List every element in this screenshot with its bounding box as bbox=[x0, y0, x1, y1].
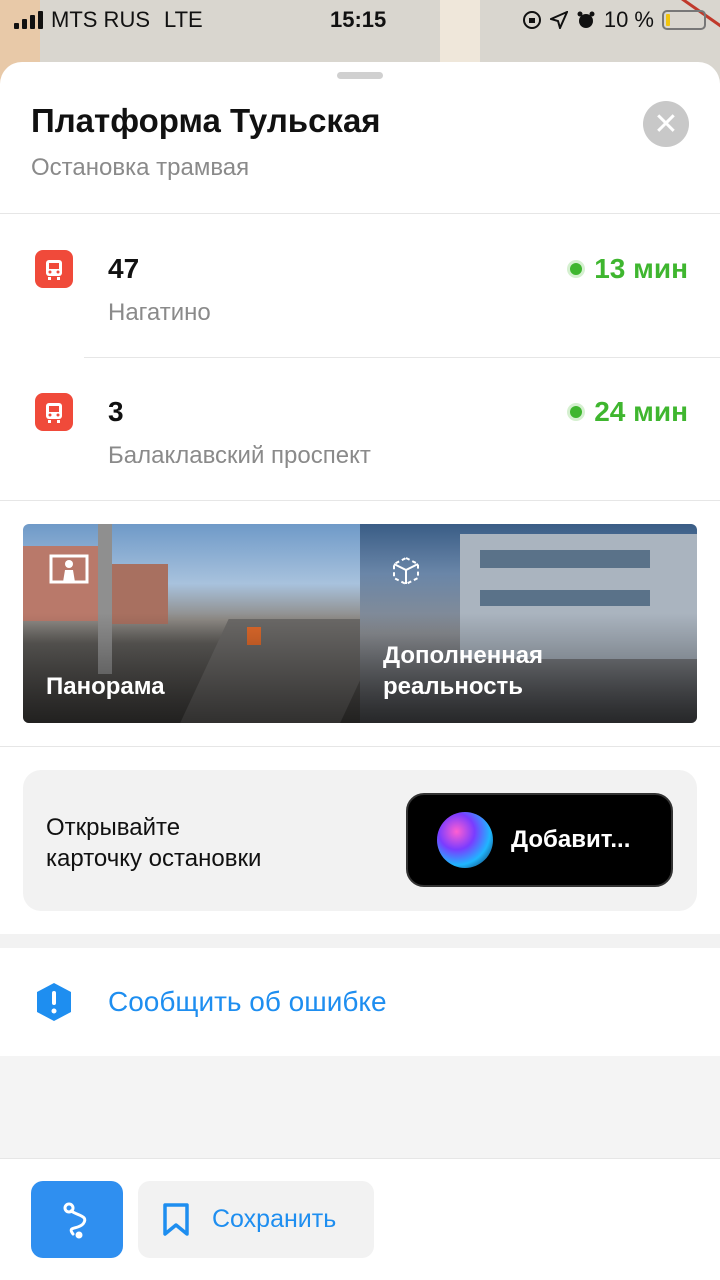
street-image bbox=[480, 550, 650, 568]
divider bbox=[0, 500, 720, 501]
media-block: Панорама Дополненная реальность bbox=[23, 524, 697, 723]
ar-label: Дополненная реальность bbox=[383, 642, 544, 700]
sheet-grabber[interactable] bbox=[337, 72, 383, 79]
live-dot-icon bbox=[570, 406, 583, 418]
close-icon: ✕ bbox=[653, 107, 679, 141]
siri-description: Открывайте карточку остановки bbox=[46, 814, 262, 872]
ar-cube-icon bbox=[393, 556, 419, 586]
stop-subtitle: Остановка трамвая bbox=[31, 154, 250, 181]
route-number: 3 bbox=[108, 396, 124, 427]
report-error-label: Сообщить об ошибке bbox=[108, 986, 387, 1017]
live-dot-icon bbox=[570, 263, 583, 275]
panorama-icon bbox=[49, 554, 89, 584]
stop-card-sheet: Платформа Тульская Остановка трамвая ✕ 4… bbox=[0, 62, 720, 1280]
image-shade bbox=[23, 613, 360, 723]
report-error-row[interactable]: Сообщить об ошибке bbox=[0, 948, 720, 1056]
route-row[interactable]: 47 Нагатино 13 мин bbox=[0, 215, 720, 357]
add-to-siri-label: Добавит... bbox=[511, 826, 631, 853]
panorama-tile[interactable]: Панорама bbox=[23, 524, 389, 723]
warning-icon bbox=[37, 983, 71, 1021]
street-image bbox=[480, 590, 650, 606]
location-arrow-icon bbox=[549, 11, 568, 29]
route-eta: 13 мин bbox=[570, 253, 688, 285]
siri-icon bbox=[437, 812, 493, 868]
alarm-icon bbox=[577, 11, 595, 28]
eta-label: 24 мин bbox=[594, 396, 688, 427]
route-eta: 24 мин bbox=[570, 396, 688, 428]
siri-shortcut-card: Открывайте карточку остановки Добавит... bbox=[23, 770, 697, 911]
route-icon bbox=[63, 1202, 87, 1238]
orientation-lock-icon bbox=[522, 11, 541, 29]
tram-icon bbox=[35, 250, 73, 288]
bookmark-icon bbox=[163, 1202, 189, 1236]
bottom-action-bar: Сохранить bbox=[0, 1158, 720, 1280]
route-button[interactable] bbox=[31, 1181, 123, 1258]
route-destination: Нагатино bbox=[108, 299, 211, 326]
divider bbox=[0, 746, 720, 747]
network-type: LTE bbox=[164, 7, 203, 32]
tram-icon bbox=[35, 393, 73, 431]
battery-icon bbox=[662, 10, 706, 30]
route-destination: Балаклавский проспект bbox=[108, 442, 371, 469]
divider bbox=[0, 213, 720, 214]
route-row[interactable]: 3 Балаклавский проспект 24 мин bbox=[0, 358, 720, 500]
empty-area bbox=[0, 1056, 720, 1158]
add-to-siri-button[interactable]: Добавит... bbox=[406, 793, 673, 887]
carrier-name: MTS RUS bbox=[51, 7, 150, 32]
save-button[interactable]: Сохранить bbox=[138, 1181, 374, 1258]
ar-tile[interactable]: Дополненная реальность bbox=[360, 524, 697, 723]
panorama-label: Панорама bbox=[46, 673, 165, 700]
save-label: Сохранить bbox=[212, 1205, 337, 1233]
eta-label: 13 мин bbox=[594, 253, 688, 284]
status-bar: MTS RUS LTE 15:15 10 % bbox=[0, 0, 720, 40]
signal-icon bbox=[14, 11, 43, 29]
battery-percent: 10 % bbox=[603, 7, 654, 32]
section-separator bbox=[0, 934, 720, 948]
route-number: 47 bbox=[108, 253, 140, 284]
clock: 15:15 bbox=[330, 7, 387, 32]
close-button[interactable]: ✕ bbox=[643, 101, 689, 147]
stop-title: Платформа Тульская bbox=[31, 102, 381, 139]
